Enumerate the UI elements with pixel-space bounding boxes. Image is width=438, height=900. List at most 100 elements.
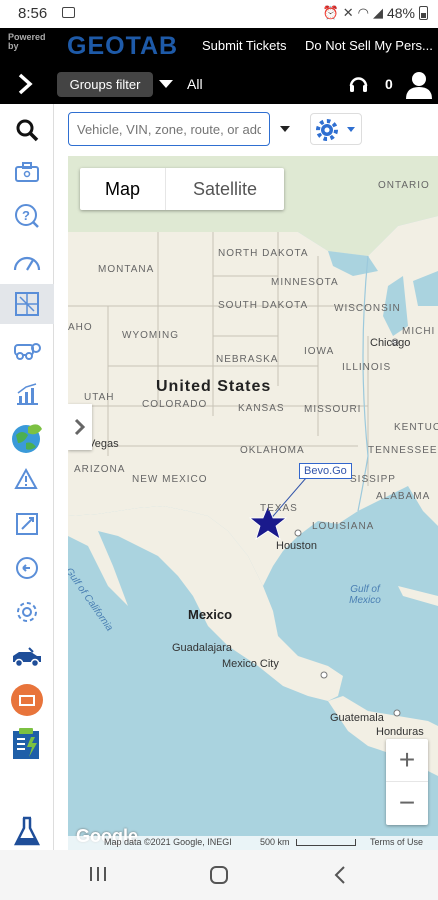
zoom-out-button[interactable]: − <box>386 782 428 825</box>
settings-icon <box>17 602 37 622</box>
map-icon <box>15 292 39 316</box>
submit-tickets-link[interactable]: Submit Tickets <box>202 38 287 53</box>
sidebar-item-history[interactable] <box>6 550 48 586</box>
map-label-mississippi: SISSIPP <box>350 474 396 485</box>
map-label-vegas: Vegas <box>88 438 119 450</box>
map-label-guatemala: Guatemala <box>330 712 384 724</box>
map-label-north-dakota: NORTH DAKOTA <box>218 248 309 259</box>
alarm-icon: ⏰ <box>322 5 339 20</box>
search-input[interactable] <box>68 112 270 146</box>
sidebar-item-labs[interactable] <box>6 812 48 852</box>
map-type-satellite-button[interactable]: Satellite <box>166 168 284 210</box>
sidebar-item-vehicles[interactable] <box>6 332 48 368</box>
map-label-iowa: IOWA <box>304 346 335 357</box>
map-type-map-button[interactable]: Map <box>80 168 166 210</box>
map-attribution-text: Map data ©2021 Google, INEGI <box>104 837 232 847</box>
map-label-houston: Houston <box>276 540 317 552</box>
sidebar-item-map[interactable] <box>0 284 54 324</box>
map-canvas[interactable]: Map Satellite ONTARIO NORTH DAKOTA MONTA… <box>68 156 438 850</box>
map-label-guadalajara: Guadalajara <box>172 642 232 654</box>
sidebar-item-activity[interactable] <box>6 376 48 412</box>
history-icon <box>16 557 38 579</box>
sidebar-item-sustainability[interactable] <box>6 418 48 458</box>
sidebar-item-fleet[interactable] <box>6 638 48 674</box>
filter-bar: Groups filter All 0 <box>0 64 438 104</box>
sidebar-item-checklist[interactable] <box>6 724 48 764</box>
status-icons: ⏰ ✕ ◠ ◢ 48% <box>323 5 428 21</box>
fleet-icon <box>13 647 41 668</box>
map-label-louisiana: LOUISIANA <box>312 521 375 532</box>
map-type-switch: Map Satellite <box>80 168 284 210</box>
map-label-alabama: ALABAMA <box>376 491 431 502</box>
vehicle-label[interactable]: Bevo.Go <box>299 463 352 479</box>
map-label-kentucky: KENTUC <box>394 422 438 433</box>
gear-icon <box>316 119 355 141</box>
map-label-honduras: Honduras <box>376 726 424 738</box>
status-time: 8:56 <box>18 5 48 22</box>
sidebar-item-help[interactable]: ? <box>6 198 48 234</box>
map-label-ontario: ONTARIO <box>378 180 430 191</box>
map-scale-label: 500 km <box>260 837 290 847</box>
map-label-minnesota: MINNESOTA <box>271 277 339 288</box>
map-label-south-dakota: SOUTH DAKOTA <box>218 300 309 311</box>
search-dropdown-caret-icon[interactable] <box>280 126 290 132</box>
sidebar-item-dashboard[interactable] <box>6 244 48 280</box>
map-label-michigan: MICHI <box>402 326 436 337</box>
map-label-gulf-of-mexico: Gulf of Mexico <box>349 584 381 606</box>
map-label-utah: UTAH <box>84 392 115 403</box>
briefcase-icon <box>15 162 39 182</box>
search-row <box>54 104 438 156</box>
zoom-in-button[interactable]: + <box>386 739 428 782</box>
map-label-montana: MONTANA <box>98 264 155 275</box>
svg-text:?: ? <box>22 208 30 223</box>
map-label-illinois: ILLINOIS <box>342 362 392 373</box>
map-label-wisconsin: WISCONSIN <box>334 303 401 314</box>
user-icon[interactable] <box>405 71 433 99</box>
battery-icon <box>419 6 428 20</box>
checklist-icon <box>13 728 39 759</box>
groups-filter-value[interactable]: All <box>187 76 203 92</box>
recent-apps-icon[interactable] <box>88 865 108 883</box>
android-nav-bar <box>0 850 438 900</box>
vehicle-icon <box>14 343 41 360</box>
geotab-logo[interactable]: GEOTAB <box>67 32 178 61</box>
back-icon[interactable] <box>332 864 350 886</box>
sidebar-item-settings[interactable] <box>6 594 48 630</box>
map-label-kansas: KANSAS <box>238 403 285 414</box>
sidebar-item-search[interactable] <box>6 112 48 148</box>
map-label-mexico-city: Mexico City <box>222 658 279 670</box>
support-headset-icon[interactable] <box>348 74 369 95</box>
map-label-chicago: Chicago <box>370 337 411 349</box>
search-icon <box>16 119 39 142</box>
home-icon[interactable] <box>208 864 230 886</box>
sustainability-icon <box>12 424 42 453</box>
sidebar-item-exceptions[interactable] <box>6 462 48 498</box>
map-label-idaho: AHO <box>68 322 93 333</box>
mute-icon: ✕ <box>342 5 354 20</box>
map-label-united-states: United States <box>156 378 272 395</box>
sidebar-item-rules[interactable] <box>6 506 48 542</box>
activity-icon <box>17 383 38 405</box>
caret-down-icon[interactable] <box>159 80 173 88</box>
sidebar-item-marketplace[interactable] <box>6 680 48 720</box>
map-label-arizona: ARIZONA <box>74 464 126 475</box>
notification-count[interactable]: 0 <box>385 76 393 92</box>
sidebar-item-getting-started[interactable] <box>6 154 48 190</box>
battery-percent: 48% <box>386 5 415 21</box>
terms-of-use-link[interactable]: Terms of Use <box>370 837 423 847</box>
chevron-right-icon[interactable] <box>14 72 36 96</box>
map-label-new-mexico: NEW MEXICO <box>132 474 208 485</box>
map-scale-bar <box>296 839 356 846</box>
status-bar: 8:56 ⏰ ✕ ◠ ◢ 48% <box>0 0 438 28</box>
speedometer-icon <box>13 256 41 271</box>
zoom-controls: + − <box>386 739 428 825</box>
map-attribution: Map data ©2021 Google, INEGI 500 km Term… <box>68 836 438 850</box>
exceptions-icon <box>14 467 38 489</box>
signal-icon: ◢ <box>372 5 383 20</box>
do-not-sell-link[interactable]: Do Not Sell My Pers... <box>305 38 433 53</box>
map-label-oklahoma: OKLAHOMA <box>240 445 305 456</box>
groups-filter-button[interactable]: Groups filter <box>57 72 153 97</box>
side-panel-toggle[interactable] <box>68 404 92 450</box>
map-options-button[interactable] <box>310 113 362 145</box>
map-label-nebraska: NEBRASKA <box>216 354 279 365</box>
